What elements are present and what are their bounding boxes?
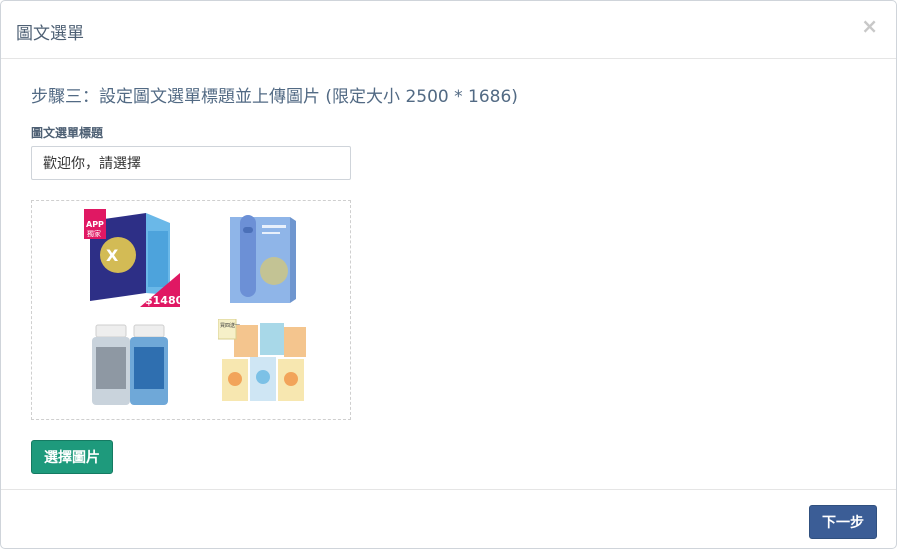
modal-title: 圖文選單: [16, 24, 84, 44]
toner-bottles-icon: [92, 324, 168, 405]
price-tag: $1480: [145, 294, 180, 307]
promo-badge-text: 買四送一: [220, 322, 240, 329]
app-badge-text: APP: [86, 220, 104, 229]
image-preview-area: X APP 獨家 $1480 買四送一: [31, 200, 351, 420]
menu-title-label: 圖文選單標題: [31, 126, 104, 140]
next-step-button[interactable]: 下一步: [809, 505, 877, 539]
modal-header: 圖文選單 ×: [1, 1, 896, 59]
step-title: 步驟三：設定圖文選單標題並上傳圖片 (限定大小 2500 * 1686): [31, 87, 518, 107]
choose-image-button[interactable]: 選擇圖片: [31, 440, 113, 474]
app-badge-sub: 獨家: [87, 229, 101, 238]
modal-footer: 下一步: [1, 489, 896, 548]
supplement-box-icon: X APP 獨家 $1480: [84, 209, 180, 307]
mask-packs-icon: 買四送一: [218, 319, 306, 401]
menu-title-input[interactable]: [31, 146, 351, 180]
rich-menu-modal: 圖文選單 × 步驟三：設定圖文選單標題並上傳圖片 (限定大小 2500 * 16…: [0, 0, 897, 549]
svg-text:X: X: [106, 246, 119, 265]
beauty-device-box-icon: [230, 215, 296, 303]
close-icon[interactable]: ×: [861, 16, 878, 36]
